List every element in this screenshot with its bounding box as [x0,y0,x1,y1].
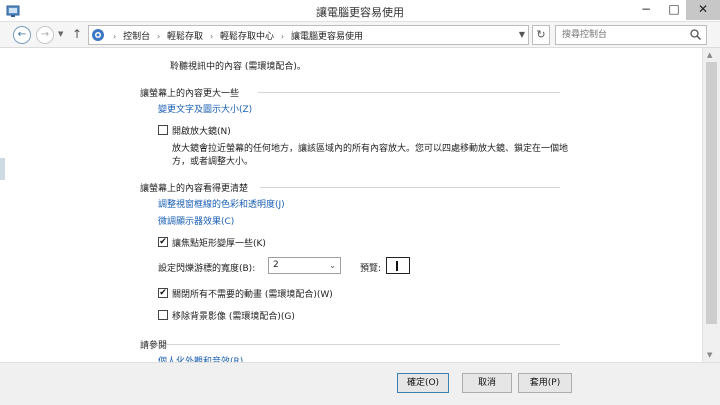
vertical-scrollbar[interactable]: ▲ ▼ [702,48,720,362]
section-divider [166,344,560,345]
cancel-button[interactable]: 取消 [462,373,512,393]
magnifier-checkbox[interactable] [158,125,168,135]
apply-button[interactable]: 套用(P) [518,373,572,393]
personalize-link[interactable]: 個人化外觀和音效(R) [158,354,243,362]
audio-description-text: 聆聽視訊中的內容 (需環境配合)。 [170,62,306,72]
section-divider [258,92,560,93]
navigation-bar: ← → ▼ ↑ › 控制台 › 輕鬆存取 › 輕鬆存取中心 › 讓電腦更容易使用… [0,22,720,48]
scroll-down-icon[interactable]: ▼ [707,351,712,359]
search-box[interactable] [555,25,707,45]
breadcrumb-separator[interactable]: › [153,32,164,41]
minimize-button[interactable]: − [632,0,660,20]
breadcrumb-item-control-panel[interactable]: 控制台 [123,32,150,42]
ok-button[interactable]: 確定(O) [397,373,449,393]
search-icon [690,29,701,40]
breadcrumb-item-ease-of-access-center[interactable]: 輕鬆存取中心 [220,32,274,42]
window-title: 讓電腦更容易使用 [316,6,404,19]
arrow-up-icon: ↑ [72,27,83,41]
section-heading-see-also: 請參閱 [140,341,168,351]
title-bar: 讓電腦更容易使用 − □ ✕ [0,0,720,22]
remove-background-label[interactable]: 移除背景影像 (需環境配合)(G) [172,309,295,322]
focus-rectangle-checkbox[interactable]: ✔ [158,237,168,247]
breadcrumb: › 控制台 › 輕鬆存取 › 輕鬆存取中心 › 讓電腦更容易使用 [109,29,363,42]
section-heading-larger: 讓螢幕上的內容更大一些 [140,89,240,99]
breadcrumb-item-current[interactable]: 讓電腦更容易使用 [291,32,363,42]
remove-background-checkbox[interactable] [158,310,168,320]
cursor-thickness-value: 2 [273,260,279,270]
address-bar[interactable]: › 控制台 › 輕鬆存取 › 輕鬆存取中心 › 讓電腦更容易使用 ▼ [88,25,529,45]
left-edge-divider [0,158,5,180]
scrollbar-thumb[interactable] [706,62,717,324]
chevron-down-icon: ⌄ [329,261,336,270]
disable-animations-checkbox[interactable]: ✔ [158,288,168,298]
breadcrumb-separator[interactable]: › [277,32,288,41]
arrow-left-icon: ← [17,29,27,40]
display-effects-link[interactable]: 微調顯示器效果(C) [158,214,234,227]
search-input[interactable] [562,28,682,42]
arrow-right-icon: → [40,29,50,40]
chevron-down-icon[interactable]: ▼ [519,30,525,39]
recent-pages-dropdown[interactable]: ▼ [58,30,63,38]
cursor-preview [386,257,410,274]
section-divider [260,187,560,188]
breadcrumb-item-ease-of-access[interactable]: 輕鬆存取 [167,32,203,42]
chevron-down-icon: ▼ [58,30,64,38]
forward-button[interactable]: → [36,26,54,44]
disable-animations-label[interactable]: 關閉所有不需要的動畫 (需環境配合)(W) [172,287,333,300]
maximize-button[interactable]: □ [660,0,688,20]
magnifier-label[interactable]: 開啟放大鏡(N) [172,124,231,137]
magnifier-description: 放大鏡會拉近螢幕的任何地方，讓該區域內的所有內容放大。您可以四處移動放大鏡、鎖定… [172,144,569,154]
window-colors-link[interactable]: 調整視窗框線的色彩和透明度(J) [158,197,285,210]
magnifier-description-cont: 方，或者調整大小。 [172,157,254,167]
preview-label: 預覽: [360,264,382,274]
refresh-button[interactable]: ↻ [532,25,550,45]
control-panel-icon [92,29,104,41]
section-heading-visible: 讓螢幕上的內容看得更清楚 [140,184,249,194]
cursor-thickness-select[interactable]: 2 ⌄ [268,257,341,274]
cursor-caret [396,261,398,271]
cursor-thickness-label: 設定閃爍游標的寬度(B): [158,264,256,274]
back-button[interactable]: ← [13,26,31,44]
breadcrumb-separator: › [113,32,117,41]
scroll-up-icon[interactable]: ▲ [707,51,712,59]
focus-rectangle-label[interactable]: 讓焦點矩形變厚一些(K) [172,236,266,249]
up-button[interactable]: ↑ [72,27,82,41]
dialog-button-bar: 確定(O) 取消 套用(P) [0,362,720,405]
settings-content: 聆聽視訊中的內容 (需環境配合)。 讓螢幕上的內容更大一些 變更文字及圖示大小(… [0,48,702,362]
close-button[interactable]: ✕ [686,0,720,20]
breadcrumb-separator[interactable]: › [206,32,217,41]
refresh-icon: ↻ [536,28,546,41]
change-text-size-link[interactable]: 變更文字及圖示大小(Z) [158,102,252,115]
